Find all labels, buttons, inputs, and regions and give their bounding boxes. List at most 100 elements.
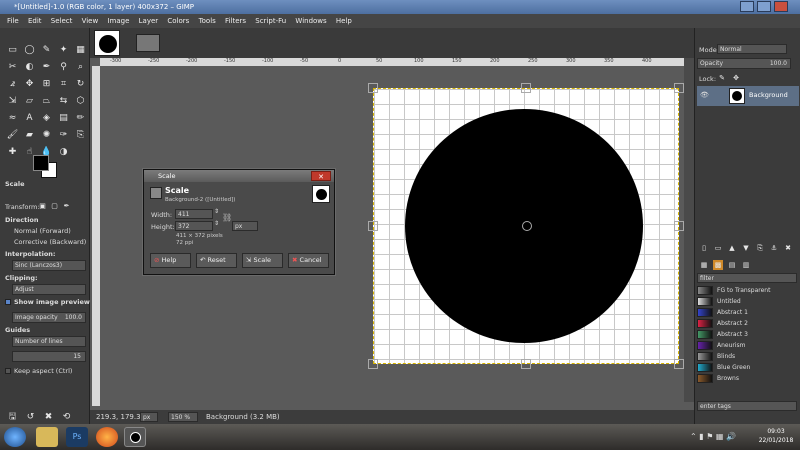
fuzzy-select-icon[interactable]: ✦ [57, 43, 70, 56]
save-options-icon[interactable]: 🖫 [6, 410, 19, 423]
scale-icon[interactable]: ⇲ [6, 94, 19, 107]
bucket-fill-icon[interactable]: ◈ [40, 111, 53, 124]
menu-colors[interactable]: Colors [167, 17, 189, 25]
transform-path-icon[interactable]: ✒ [62, 201, 71, 210]
color-picker-icon[interactable]: ⚲ [57, 60, 70, 73]
paths-icon[interactable]: ✒ [40, 60, 53, 73]
file-explorer-icon[interactable] [36, 427, 58, 447]
gradient-item[interactable]: Aneurism [697, 340, 799, 351]
lower-layer-icon[interactable]: ▼ [741, 243, 751, 253]
scale-handle-mr[interactable] [674, 221, 684, 231]
scale-handle-tc[interactable] [521, 83, 531, 93]
gradient-filter-input[interactable]: filter [697, 273, 797, 283]
clone-icon[interactable]: ⎘ [74, 128, 87, 141]
scale-handle-bc[interactable] [521, 359, 531, 369]
clipping-select[interactable]: Adjust [12, 284, 86, 295]
anchor-layer-icon[interactable]: ⚓ [769, 243, 779, 253]
menu-image[interactable]: Image [107, 17, 129, 25]
dialog-close-icon[interactable]: ✕ [311, 171, 331, 181]
restore-options-icon[interactable]: ↺ [24, 410, 37, 423]
cage-icon[interactable]: ⬡ [74, 94, 87, 107]
mode-select[interactable]: Normal [717, 44, 787, 54]
duplicate-layer-icon[interactable]: ⎘ [755, 243, 765, 253]
width-spinner-icon[interactable]: ⇕ [214, 208, 219, 215]
ellipse-select-icon[interactable]: ◯ [23, 43, 36, 56]
gradients-tab-icon[interactable]: ▤ [727, 260, 737, 270]
guide-lines-slider[interactable]: 15 [12, 351, 86, 362]
menu-script-fu[interactable]: Script-Fu [255, 17, 286, 25]
scale-handle-ml[interactable] [368, 221, 378, 231]
clock-time[interactable]: 09:03 [756, 428, 796, 435]
gradient-item[interactable]: Browns [697, 373, 799, 384]
raise-layer-icon[interactable]: ▲ [727, 243, 737, 253]
menu-layer[interactable]: Layer [139, 17, 159, 25]
keep-aspect-checkbox[interactable] [5, 368, 11, 374]
lock-position-icon[interactable]: ✥ [731, 73, 741, 83]
menu-file[interactable]: File [7, 17, 19, 25]
zoom-select[interactable]: 150 % [168, 412, 198, 422]
gradient-item[interactable]: FG to Transparent [697, 285, 799, 296]
image-canvas[interactable] [373, 88, 679, 364]
flip-icon[interactable]: ⇆ [57, 94, 70, 107]
color-select-icon[interactable]: ▦ [74, 43, 87, 56]
interpolation-select[interactable]: Sinc (Lanczos3) [12, 260, 86, 271]
ink-icon[interactable]: ✑ [57, 128, 70, 141]
tags-input[interactable]: enter tags [697, 401, 797, 411]
clock-date[interactable]: 22/01/2018 [756, 437, 796, 444]
image-tab-thumbnail-2[interactable] [136, 34, 160, 52]
menu-help[interactable]: Help [336, 17, 352, 25]
gradient-item[interactable]: Abstract 3 [697, 329, 799, 340]
eye-icon[interactable]: 👁 [700, 91, 709, 99]
gradient-item[interactable]: Blue Green [697, 362, 799, 373]
reset-options-icon[interactable]: ⟲ [60, 410, 73, 423]
image-opacity-slider[interactable]: Image opacity 100.0 [12, 312, 86, 323]
text-icon[interactable]: A [23, 111, 36, 124]
lock-pixels-icon[interactable]: ✎ [717, 73, 727, 83]
gradient-item[interactable]: Abstract 2 [697, 318, 799, 329]
transform-layer-icon[interactable]: ▣ [38, 201, 47, 210]
direction-corrective-radio[interactable]: Corrective (Backward) [14, 238, 86, 246]
scale-button[interactable]: ⇲ Scale [242, 253, 283, 268]
new-group-icon[interactable]: ▭ [713, 243, 723, 253]
menu-filters[interactable]: Filters [225, 17, 246, 25]
align-icon[interactable]: ⊞ [40, 77, 53, 90]
foreground-select-icon[interactable]: ◐ [23, 60, 36, 73]
cancel-button[interactable]: ✖ Cancel [288, 253, 329, 268]
layer-name[interactable]: Background [749, 91, 788, 99]
tray-icons[interactable]: ⌃ ▮ ⚑ ▦ 🔊 [690, 432, 736, 441]
rect-select-icon[interactable]: ▭ [6, 43, 19, 56]
gradient-item[interactable]: Untitled [697, 296, 799, 307]
height-spinner-icon[interactable]: ⇕ [214, 220, 219, 227]
chain-link-icon[interactable]: ⛓ [222, 213, 232, 222]
close-window-button[interactable] [774, 1, 788, 12]
menu-edit[interactable]: Edit [28, 17, 42, 25]
vertical-scrollbar[interactable] [684, 58, 694, 402]
layer-row-background[interactable]: 👁 Background [697, 86, 799, 106]
menu-select[interactable]: Select [51, 17, 73, 25]
unit-select[interactable]: px [232, 221, 258, 231]
paintbrush-icon[interactable]: 🖌 [6, 128, 19, 141]
height-input[interactable]: 372 [175, 221, 213, 231]
transform-selection-icon[interactable]: ▢ [50, 201, 59, 210]
opacity-slider[interactable]: Opacity 100.0 [697, 58, 791, 69]
zoom-icon[interactable]: ⌕ [74, 60, 87, 73]
airbrush-icon[interactable]: ✺ [40, 128, 53, 141]
image-tab-thumbnail[interactable] [94, 30, 120, 56]
delete-layer-icon[interactable]: ✖ [783, 243, 793, 253]
direction-normal-radio[interactable]: Normal (Forward) [14, 227, 71, 235]
scale-handle-tl[interactable] [368, 83, 378, 93]
heal-icon[interactable]: ✚ [6, 145, 19, 158]
firefox-icon[interactable] [96, 427, 118, 447]
eraser-icon[interactable]: ▰ [23, 128, 36, 141]
foreground-color-swatch[interactable] [33, 155, 49, 171]
perspective-icon[interactable]: ⏢ [40, 94, 53, 107]
warp-icon[interactable]: ≈ [6, 111, 19, 124]
reset-button[interactable]: ↶ Reset [196, 253, 237, 268]
patterns-tab-icon[interactable]: ▩ [713, 260, 723, 270]
center-handle[interactable] [522, 221, 532, 231]
guides-select[interactable]: Number of lines [12, 336, 86, 347]
menu-windows[interactable]: Windows [295, 17, 326, 25]
scale-handle-bl[interactable] [368, 359, 378, 369]
rotate-icon[interactable]: ↻ [74, 77, 87, 90]
scissors-icon[interactable]: ✂ [6, 60, 19, 73]
